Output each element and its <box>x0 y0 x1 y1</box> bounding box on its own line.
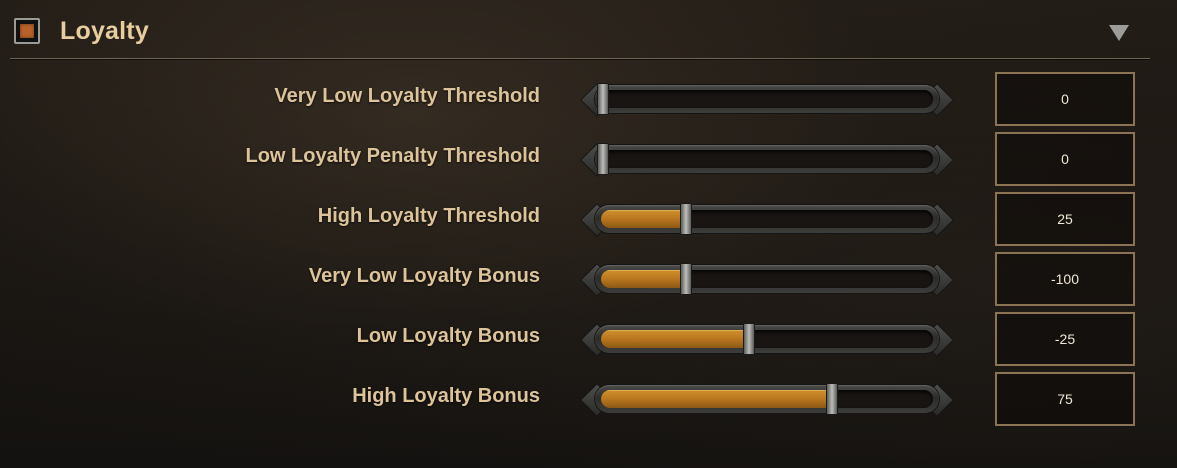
setting-row-high-loyalty-threshold: High Loyalty Threshold 25 <box>0 191 1177 247</box>
slider-handle[interactable] <box>743 323 756 355</box>
slider-fill <box>601 390 831 408</box>
slider-handle[interactable] <box>597 83 609 115</box>
setting-slider[interactable] <box>577 322 957 357</box>
setting-label: Low Loyalty Penalty Threshold <box>245 145 541 167</box>
slider-handle[interactable] <box>680 263 692 295</box>
section-header: Loyalty <box>10 8 1150 59</box>
slider-fill <box>601 270 684 288</box>
slider-fill <box>601 210 684 228</box>
setting-label: High Loyalty Threshold <box>317 205 540 227</box>
triangle-down-icon[interactable] <box>1108 24 1130 42</box>
setting-value-input[interactable]: -25 <box>995 312 1135 366</box>
setting-value-input[interactable]: 75 <box>995 372 1135 426</box>
slider-handle[interactable] <box>826 383 839 415</box>
setting-value-input[interactable]: -100 <box>995 252 1135 306</box>
setting-slider[interactable] <box>577 82 957 117</box>
slider-track <box>601 390 933 408</box>
setting-slider[interactable] <box>577 382 957 417</box>
setting-row-very-low-loyalty-threshold: Very Low Loyalty Threshold 0 <box>0 71 1177 127</box>
setting-row-low-loyalty-penalty-threshold: Low Loyalty Penalty Threshold 0 <box>0 131 1177 187</box>
slider-track <box>601 330 933 348</box>
slider-track <box>601 210 933 228</box>
slider-handle[interactable] <box>597 143 609 175</box>
setting-label: High Loyalty Bonus <box>352 385 540 407</box>
checkbox-fill <box>20 24 34 38</box>
setting-value-input[interactable]: 0 <box>995 132 1135 186</box>
setting-label: Low Loyalty Bonus <box>356 325 540 347</box>
section-title: Loyalty <box>60 17 149 45</box>
setting-slider[interactable] <box>577 142 957 177</box>
setting-label: Very Low Loyalty Threshold <box>274 85 540 107</box>
setting-value-input[interactable]: 0 <box>995 72 1135 126</box>
setting-slider[interactable] <box>577 202 957 237</box>
setting-value-input[interactable]: 25 <box>995 192 1135 246</box>
setting-row-low-loyalty-bonus: Low Loyalty Bonus -25 <box>0 311 1177 367</box>
slider-handle[interactable] <box>680 203 692 235</box>
slider-track <box>601 270 933 288</box>
setting-row-very-low-loyalty-bonus: Very Low Loyalty Bonus -100 <box>0 251 1177 307</box>
section-enable-checkbox[interactable] <box>14 18 40 44</box>
slider-track <box>601 90 933 108</box>
setting-label: Very Low Loyalty Bonus <box>308 265 540 287</box>
setting-slider[interactable] <box>577 262 957 297</box>
slider-fill <box>601 330 748 348</box>
setting-row-high-loyalty-bonus: High Loyalty Bonus 75 <box>0 371 1177 427</box>
slider-track <box>601 150 933 168</box>
